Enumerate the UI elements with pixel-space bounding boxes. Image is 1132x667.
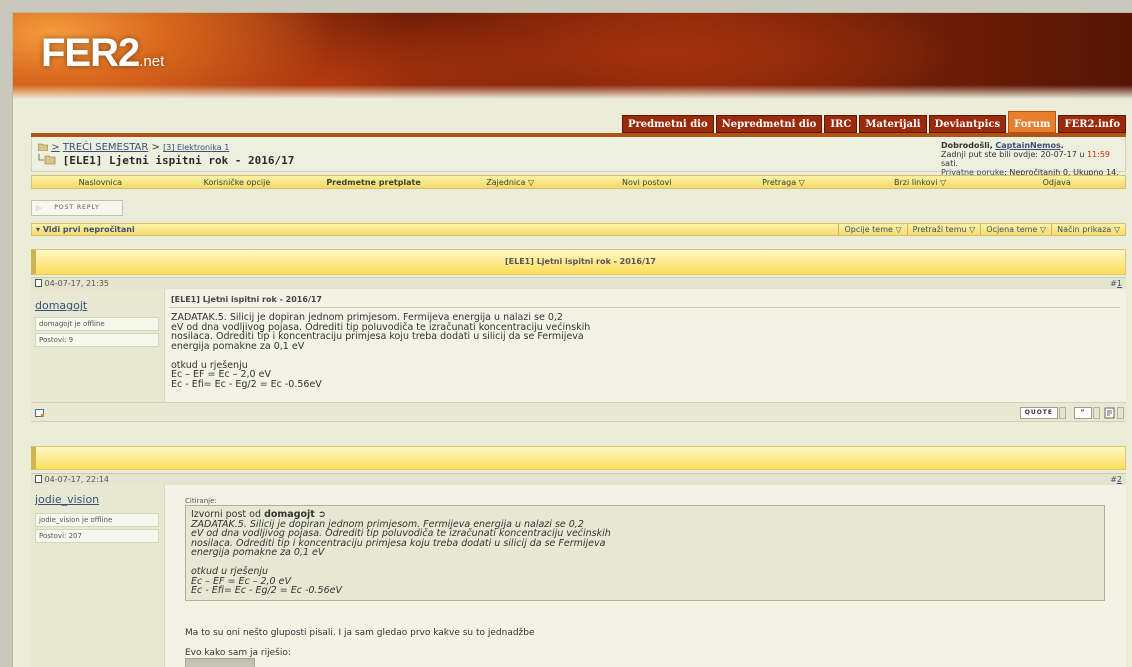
post-2-permalink[interactable]: 2 xyxy=(1117,475,1122,484)
post-1-online-status: domagojt je offline xyxy=(35,317,159,331)
post-reply-button[interactable]: ▷ POST REPLY xyxy=(31,200,123,216)
menu-brzi-linkovi[interactable]: Brzi linkovi ▽ xyxy=(852,178,989,187)
first-unread-label: Vidi prvi nepročitani xyxy=(42,225,135,234)
tab-irc[interactable]: IRC xyxy=(824,115,858,133)
post-1-post-count: Postovi: 9 xyxy=(35,333,159,347)
post-2-post-count: Postovi: 207 xyxy=(35,529,159,543)
post-2-reply-line1: Ma to su oni nešto gluposti pisali. I ja… xyxy=(185,628,535,638)
breadcrumb-sep: > xyxy=(151,142,160,153)
menu-korisnicke-opcije[interactable]: Korisničke opcije xyxy=(169,178,306,187)
post-2-reply-line2: Evo kako sam ja riješio: xyxy=(185,648,291,658)
attached-image-thumbnail[interactable] xyxy=(185,658,255,667)
post-1-title: [ELE1] Ljetni ispitni rok - 2016/17 xyxy=(171,295,322,304)
tab-forum[interactable]: Forum xyxy=(1008,111,1057,133)
thread-title-strip: [ELE1] Ljetni ispitni rok - 2016/17 xyxy=(31,249,1126,275)
quote-separator xyxy=(1059,407,1066,419)
quote-body: ZADATAK.5. Silicij je dopiran jednom pri… xyxy=(191,518,611,596)
rate-thread-menu[interactable]: Ocjena teme ▽ xyxy=(980,224,1051,235)
main-tabs: Predmetni dio Nepredmetni dio IRC Materi… xyxy=(621,111,1126,133)
last-visit-time: 11:59 xyxy=(1086,150,1111,159)
post-1-number-prefix: # xyxy=(1110,279,1117,288)
post-2-date: 04-07-17, 22:14 xyxy=(35,475,109,484)
post-2-number: #2 xyxy=(1110,475,1122,484)
logo-suffix: .net xyxy=(139,53,165,70)
post-1-date: 04-07-17, 21:35 xyxy=(35,279,109,288)
forum-menu-bar: Naslovnica Korisničke opcije Predmetne p… xyxy=(31,175,1126,189)
site-banner: FER2.net xyxy=(13,13,1132,99)
post-2-number-prefix: # xyxy=(1110,475,1117,484)
tab-predmetni-dio[interactable]: Predmetni dio xyxy=(621,115,714,133)
post-2-date-text: 04-07-17, 22:14 xyxy=(44,475,109,484)
thread-title: [ELE1] Ljetni ispitni rok - 2016/17 xyxy=(505,257,656,266)
post-2-header: 04-07-17, 22:14 #2 xyxy=(31,473,1126,485)
thread-tools-menu[interactable]: Opcije teme ▽ xyxy=(838,224,906,235)
search-thread-menu[interactable]: Pretraži temu ▽ xyxy=(906,224,981,235)
thread-options-bar: ▾ Vidi prvi nepročitani Opcije teme ▽ Pr… xyxy=(31,223,1126,236)
quick-reply-icon[interactable] xyxy=(1104,407,1116,419)
post-icon xyxy=(35,279,42,287)
post-1-number: #1 xyxy=(1110,279,1122,288)
post-1-content: [ELE1] Ljetni ispitni rok - 2016/17 ZADA… xyxy=(165,289,1126,402)
menu-zajednica[interactable]: Zajednica ▽ xyxy=(442,178,579,187)
menu-naslovnica[interactable]: Naslovnica xyxy=(32,178,169,187)
post-1-date-text: 04-07-17, 21:35 xyxy=(44,279,109,288)
multi-quote-separator xyxy=(1093,407,1100,419)
post-1-permalink[interactable]: 1 xyxy=(1117,279,1122,288)
tab-fer2-info[interactable]: FER2.info xyxy=(1058,115,1126,133)
thread-folder-icon xyxy=(38,154,56,165)
welcome-greeting: Dobrodošli, xyxy=(941,141,993,150)
menu-novi-postovi[interactable]: Novi postovi xyxy=(579,178,716,187)
post-1-username[interactable]: domagojt xyxy=(35,299,87,312)
quote-label: Citiranje: xyxy=(185,497,217,505)
breadcrumb-prefix[interactable]: > xyxy=(51,142,59,153)
post-2-user-panel: jodie_vision jodie_vision je offline Pos… xyxy=(31,485,165,667)
navbar-header: > TREĆI SEMESTAR > [3] Elektronika 1 [EL… xyxy=(31,137,1126,177)
post-2-username[interactable]: jodie_vision xyxy=(35,493,99,506)
breadcrumb-level2[interactable]: [3] Elektronika 1 xyxy=(163,143,229,152)
welcome-panel: Dobrodošli, CaptainNemos. Zadnji put ste… xyxy=(941,141,1125,177)
post-2-content: Citiranje: Izvorni post od domagojt ➲ ZA… xyxy=(165,485,1126,667)
double-chevron-down-icon: ▾ xyxy=(36,225,41,234)
site-logo[interactable]: FER2.net xyxy=(41,31,164,76)
last-visit-suffix: sati. xyxy=(941,159,958,168)
reply-arrow-icon: ▷ xyxy=(36,204,43,212)
quick-reply-separator xyxy=(1117,407,1124,419)
post-2-online-status: jodie_vision je offline xyxy=(35,513,159,527)
current-thread-title: [ELE1] Ljetni ispitni rok - 2016/17 xyxy=(62,154,295,167)
post-1-header: 04-07-17, 21:35 #1 xyxy=(31,277,1126,289)
folder-icon xyxy=(37,143,49,152)
menu-predmetne-pretplate[interactable]: Predmetne pretplate xyxy=(305,178,442,187)
display-mode-menu[interactable]: Način prikaza ▽ xyxy=(1051,224,1125,235)
forum-page: FER2.net Predmetni dio Nepredmetni dio I… xyxy=(12,12,1132,667)
breadcrumb-level1[interactable]: TREĆI SEMESTAR xyxy=(63,142,149,153)
report-post-icon[interactable] xyxy=(35,408,45,418)
welcome-username[interactable]: CaptainNemos xyxy=(995,141,1060,150)
breadcrumb: > TREĆI SEMESTAR > [3] Elektronika 1 xyxy=(37,142,229,153)
tab-deviantpics[interactable]: Deviantpics xyxy=(928,115,1007,133)
quote-button[interactable]: QUOTE xyxy=(1019,407,1058,419)
menu-pretraga[interactable]: Pretraga ▽ xyxy=(715,178,852,187)
thread-breadcrumb-current: [ELE1] Ljetni ispitni rok - 2016/17 xyxy=(38,154,294,167)
post-1-footer: QUOTE ” xyxy=(31,402,1126,422)
tab-nepredmetni-dio[interactable]: Nepredmetni dio xyxy=(715,115,823,133)
post-reply-label: POST REPLY xyxy=(54,204,100,211)
post-1-body: ZADATAK.5. Silicij je dopiran jednom pri… xyxy=(171,312,591,390)
welcome-user-suffix: . xyxy=(1060,141,1064,150)
first-unread-link[interactable]: ▾ Vidi prvi nepročitani xyxy=(36,225,135,234)
quote-block: Izvorni post od domagojt ➲ ZADATAK.5. Si… xyxy=(185,505,1105,601)
tab-materijali[interactable]: Materijali xyxy=(859,115,927,133)
post-icon xyxy=(35,475,42,483)
post-1-user-panel: domagojt domagojt je offline Postovi: 9 xyxy=(31,289,165,402)
logo-text: FER2 xyxy=(41,31,140,75)
menu-odjava[interactable]: Odjava xyxy=(988,178,1125,187)
post-1-title-divider xyxy=(169,307,1120,308)
post-separator xyxy=(31,446,1126,470)
thread-tools: Opcije teme ▽ Pretraži temu ▽ Ocjena tem… xyxy=(838,224,1125,235)
last-visit-label: Zadnji put ste bili ovdje: 20-07-17 u xyxy=(941,150,1085,159)
multi-quote-icon[interactable]: ” xyxy=(1074,407,1092,419)
